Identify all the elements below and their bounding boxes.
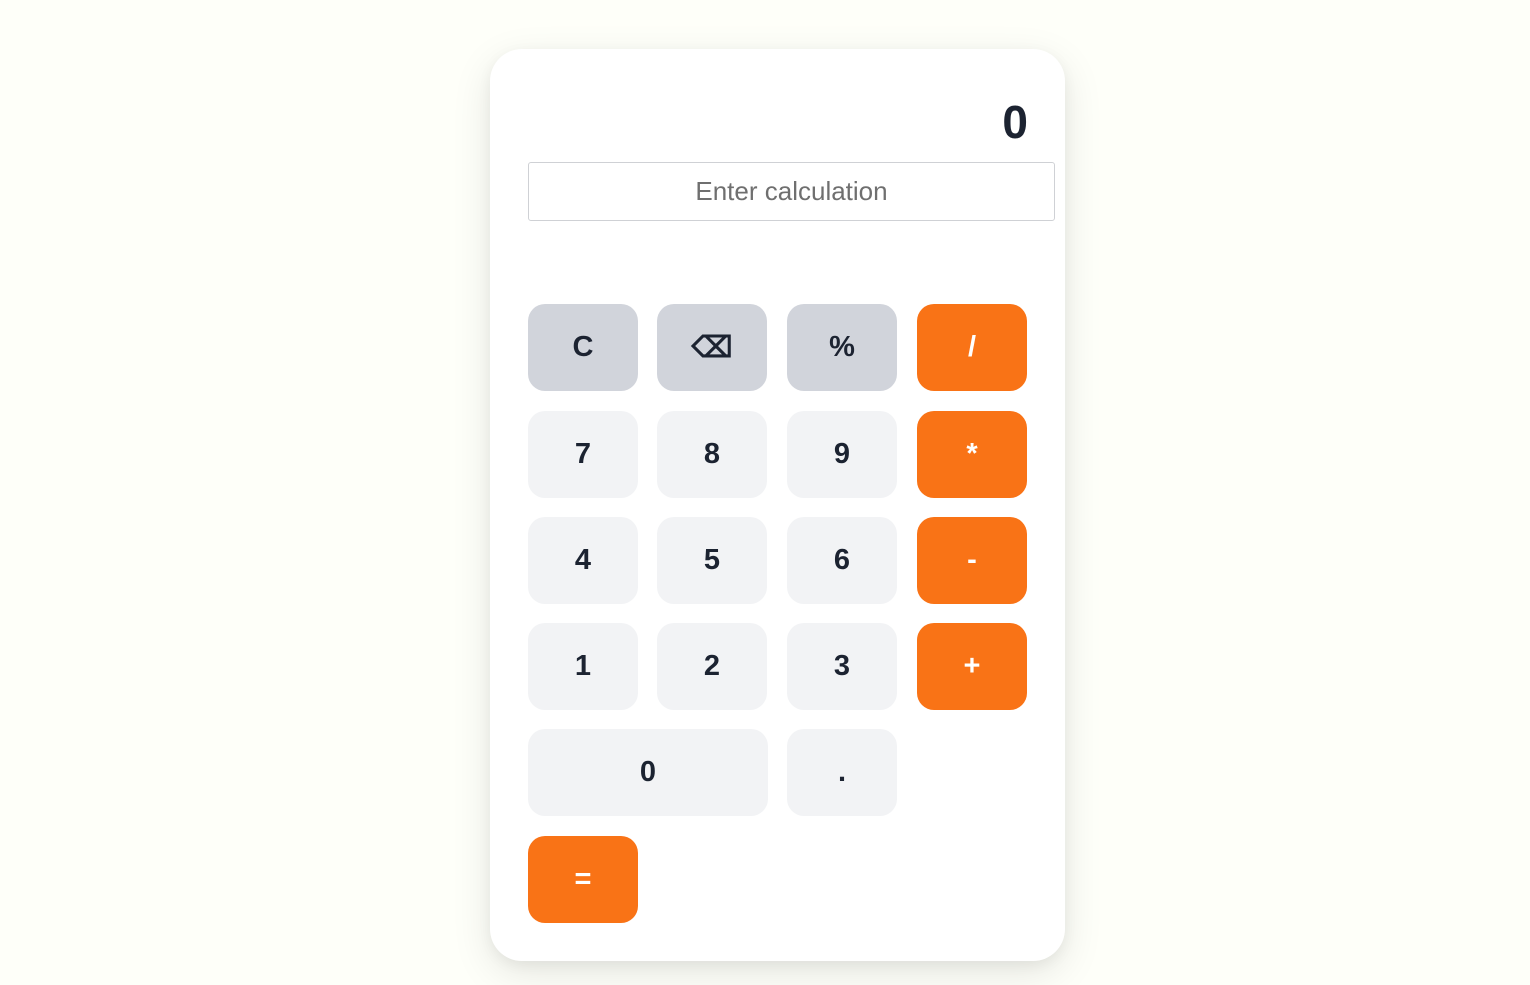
divide-button[interactable]: /: [917, 304, 1027, 391]
add-button[interactable]: +: [917, 623, 1027, 710]
digit-9-button[interactable]: 9: [787, 411, 897, 498]
backspace-button[interactable]: ⌫: [657, 304, 767, 391]
digit-8-button[interactable]: 8: [657, 411, 767, 498]
digit-6-button[interactable]: 6: [787, 517, 897, 604]
digit-7-button[interactable]: 7: [528, 411, 638, 498]
calculation-input[interactable]: [528, 162, 1055, 221]
calculator-card: 0 C ⌫ % / 7 8 9 * 4 5 6 - 1 2 3 + 0 . =: [490, 49, 1065, 961]
digit-3-button[interactable]: 3: [787, 623, 897, 710]
subtract-button[interactable]: -: [917, 517, 1027, 604]
percent-button[interactable]: %: [787, 304, 897, 391]
digit-4-button[interactable]: 4: [528, 517, 638, 604]
digit-2-button[interactable]: 2: [657, 623, 767, 710]
clear-button[interactable]: C: [528, 304, 638, 391]
result-display: 0: [1002, 96, 1028, 148]
multiply-button[interactable]: *: [917, 411, 1027, 498]
equals-button[interactable]: =: [528, 836, 638, 923]
decimal-button[interactable]: .: [787, 729, 897, 816]
digit-1-button[interactable]: 1: [528, 623, 638, 710]
digit-5-button[interactable]: 5: [657, 517, 767, 604]
digit-0-button[interactable]: 0: [528, 729, 768, 816]
